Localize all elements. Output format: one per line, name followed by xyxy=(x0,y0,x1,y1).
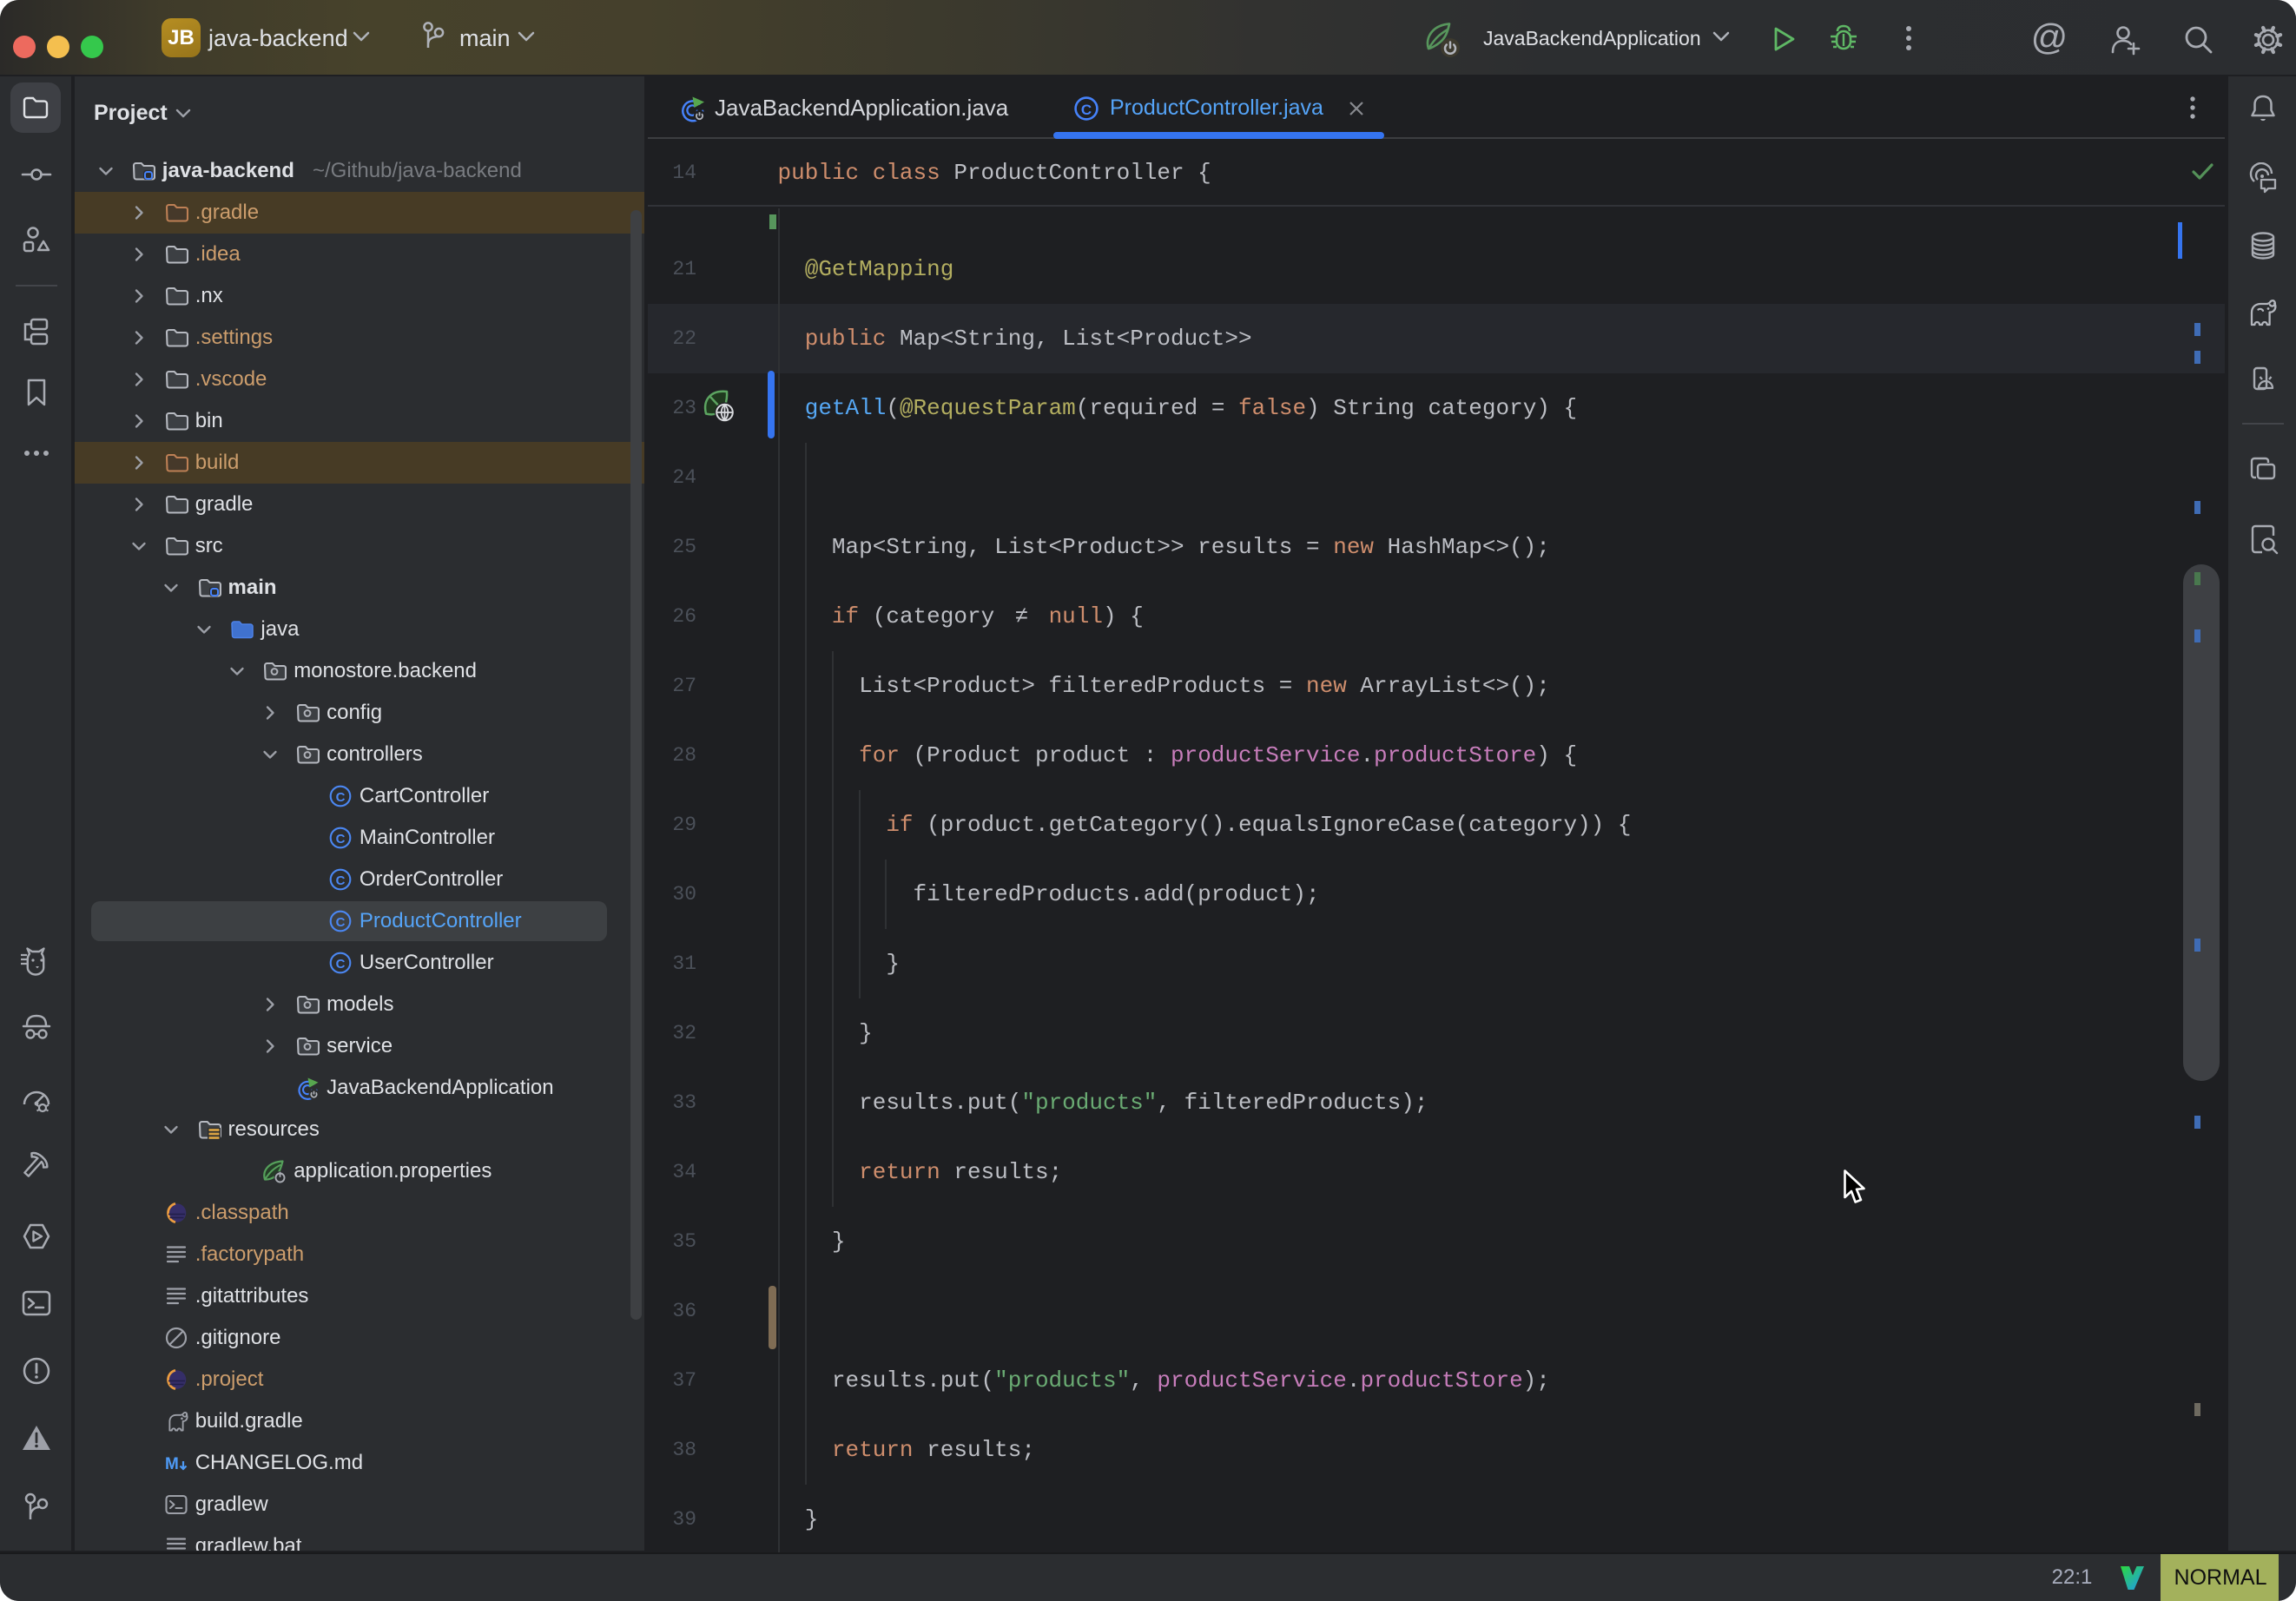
svg-text:C: C xyxy=(335,915,345,930)
svg-text:C: C xyxy=(335,790,345,805)
svg-text:C: C xyxy=(335,957,345,972)
svg-text:M: M xyxy=(165,1455,179,1473)
svg-text:C: C xyxy=(335,873,345,888)
svg-text:C: C xyxy=(335,832,345,847)
svg-text:C: C xyxy=(1081,102,1092,118)
